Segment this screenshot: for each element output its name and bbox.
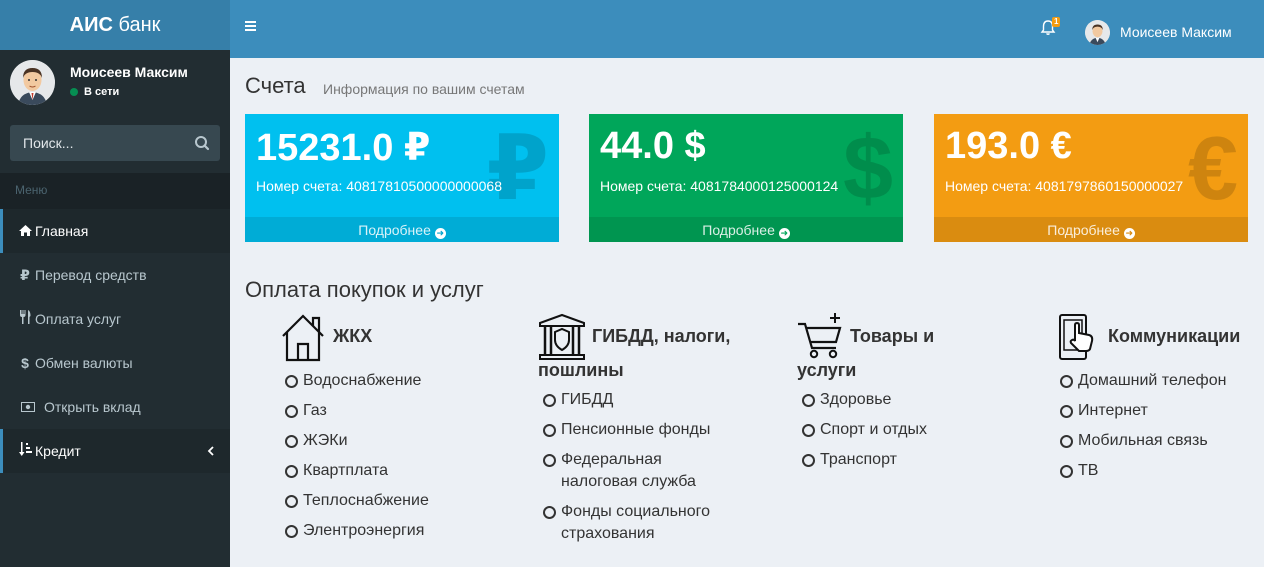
top-navbar: 1 Моисеев Максим <box>230 0 1264 58</box>
sidebar-item-deposit[interactable]: Открыть вклад <box>0 385 230 429</box>
app-logo[interactable]: АИС банк <box>0 0 230 50</box>
menu-header: Меню <box>0 173 230 209</box>
search-icon <box>195 136 210 151</box>
service-item[interactable]: Газ <box>285 400 429 422</box>
account-balance: 193.0 € <box>945 125 1072 167</box>
service-item[interactable]: Интернет <box>1060 400 1226 422</box>
notification-count-badge: 1 <box>1052 17 1061 27</box>
account-balance: 15231.0 ₽ <box>256 127 431 169</box>
service-item[interactable]: Водоснабжение <box>285 370 429 392</box>
sidebar: Моисеев Максим В сети Меню Главная ₽Пере… <box>0 50 230 567</box>
cutlery-icon <box>18 297 32 341</box>
service-list: Здоровье Спорт и отдых Транспорт <box>802 389 927 479</box>
services-title: Оплата покупок и услуг <box>245 277 484 302</box>
account-card-eur: € 193.0 € Номер счета: 40817978601500000… <box>934 114 1248 242</box>
user-panel: Моисеев Максим В сети <box>0 50 230 116</box>
service-item[interactable]: ТВ <box>1060 460 1226 482</box>
sidebar-toggle-button[interactable] <box>244 17 258 33</box>
sidebar-item-credit[interactable]: Кредит <box>0 429 230 473</box>
dollar-icon: $ <box>21 355 29 371</box>
arrow-circle-right-icon: ➜ <box>1123 228 1135 239</box>
topbar-user-name[interactable]: Моисеев Максим <box>1120 24 1232 40</box>
account-number: Номер счета: 4081784000125000124 <box>600 178 839 194</box>
service-item[interactable]: Здоровье <box>802 389 927 411</box>
account-card-rub: ₽ 15231.0 ₽ Номер счета: 408178105000000… <box>245 114 559 242</box>
ruble-icon: ₽ <box>486 119 549 219</box>
account-more-link[interactable]: Подробнее ➜ <box>934 217 1248 242</box>
service-item[interactable]: Спорт и отдых <box>802 419 927 441</box>
search-input[interactable] <box>10 125 185 161</box>
service-group-title[interactable]: Товары и услуги <box>797 319 967 387</box>
service-item[interactable]: Транспорт <box>802 449 927 471</box>
dollar-icon: $ <box>842 119 893 219</box>
arrow-circle-right-icon: ➜ <box>778 228 790 239</box>
service-item[interactable]: Пенсионные фонды <box>543 419 743 441</box>
service-item[interactable]: Мобильная связь <box>1060 430 1226 452</box>
account-more-link[interactable]: Подробнее ➜ <box>589 217 903 242</box>
service-item[interactable]: ЖЭКи <box>285 430 429 452</box>
topbar-avatar[interactable] <box>1085 20 1110 45</box>
service-item[interactable]: Квартплата <box>285 460 429 482</box>
service-group-title[interactable]: ЖКХ <box>333 319 372 353</box>
user-status: В сети <box>70 86 119 98</box>
service-item[interactable]: Фонды социального страхования <box>543 501 723 545</box>
account-more-link[interactable]: Подробнее ➜ <box>245 217 559 242</box>
sidebar-item-payments[interactable]: Оплата услуг <box>0 297 230 341</box>
online-status-dot <box>70 88 78 97</box>
chevron-left-icon <box>207 429 215 490</box>
service-group-title[interactable]: Коммуникации <box>1108 319 1240 353</box>
account-number: Номер счета: 4081797860150000027 <box>945 178 1184 194</box>
search-button[interactable] <box>185 125 220 161</box>
user-name: Моисеев Максим <box>70 64 188 80</box>
sidebar-item-transfer[interactable]: ₽ Перевод средств <box>0 253 230 297</box>
phone-tap-icon <box>1059 314 1094 360</box>
account-number: Номер счета: 40817810500000000068 <box>256 178 502 194</box>
money-icon <box>18 385 38 429</box>
sidebar-item-home[interactable]: Главная <box>0 209 230 253</box>
arrow-circle-right-icon: ➜ <box>434 228 446 239</box>
home-icon <box>18 209 32 253</box>
house-icon <box>282 314 324 362</box>
page-title: Счета <box>245 73 306 98</box>
service-list: Водоснабжение Газ ЖЭКи Квартплата Теплос… <box>285 370 429 550</box>
service-item[interactable]: Домашний телефон <box>1060 370 1226 392</box>
hamburger-icon <box>245 21 256 31</box>
service-item[interactable]: Элентроэнергия <box>285 520 429 542</box>
account-balance: 44.0 $ <box>600 125 706 167</box>
service-group-title[interactable]: ГИБДД, налоги, пошлины <box>538 319 748 387</box>
sidebar-item-exchange[interactable]: $ Обмен валюты <box>0 341 230 385</box>
account-card-usd: $ 44.0 $ Номер счета: 408178400012500012… <box>589 114 903 242</box>
ruble-icon: ₽ <box>20 267 30 283</box>
service-list: Домашний телефон Интернет Мобильная связ… <box>1060 370 1226 490</box>
service-list: ГИБДД Пенсионные фонды Федеральная налог… <box>543 389 743 553</box>
page-subtitle: Информация по вашим счетам <box>323 81 525 97</box>
euro-icon: € <box>1187 119 1238 219</box>
user-avatar <box>10 60 55 105</box>
sidebar-search <box>10 125 220 161</box>
service-item[interactable]: Теплоснабжение <box>285 490 429 512</box>
sort-icon <box>18 429 32 473</box>
service-item[interactable]: Федеральная налоговая служба <box>543 449 713 493</box>
service-item[interactable]: ГИБДД <box>543 389 743 411</box>
